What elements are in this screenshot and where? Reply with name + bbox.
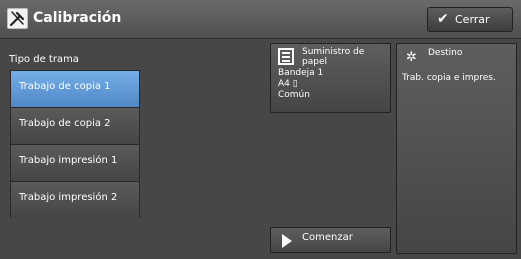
paper-supply-title: Suministro de papel — [302, 47, 390, 67]
paper-size: A4 ▯ — [278, 79, 298, 89]
calibration-icon — [7, 8, 28, 29]
screen-type-label: Tipo de trama — [9, 54, 79, 65]
list-item[interactable]: Trabajo de copia 1 — [11, 71, 139, 108]
screen-type-list: Trabajo de copia 1 Trabajo de copia 2 Tr… — [10, 70, 140, 219]
paper-list-icon — [278, 48, 294, 65]
paper-type: Común — [278, 90, 310, 100]
check-icon: ✔ — [437, 11, 449, 27]
play-icon — [282, 234, 292, 248]
destination-value: Trab. copia e impres. — [402, 73, 496, 83]
list-item[interactable]: Trabajo impresión 1 — [11, 145, 139, 182]
calibration-screen: Calibración ✔ Cerrar Tipo de trama Traba… — [0, 0, 521, 259]
start-button[interactable]: Comenzar — [270, 227, 391, 253]
list-item[interactable]: Trabajo impresión 2 — [11, 182, 139, 219]
destination-button[interactable]: ✲ Destino Trab. copia e impres. — [396, 43, 517, 254]
paper-tray: Bandeja 1 — [278, 68, 324, 78]
gear-icon: ✲ — [406, 50, 417, 65]
start-button-label: Comenzar — [302, 232, 353, 243]
paper-supply-title-text: Suministro de papel — [302, 47, 365, 67]
title-bar: Calibración ✔ Cerrar — [0, 0, 521, 39]
list-item[interactable]: Trabajo de copia 2 — [11, 108, 139, 145]
page-title: Calibración — [33, 10, 122, 26]
close-button-label: Cerrar — [455, 13, 490, 26]
close-button[interactable]: ✔ Cerrar — [427, 7, 513, 32]
paper-supply-button[interactable]: Suministro de papel Bandeja 1 A4 ▯ Común — [270, 43, 391, 113]
destination-title: Destino — [428, 48, 463, 58]
